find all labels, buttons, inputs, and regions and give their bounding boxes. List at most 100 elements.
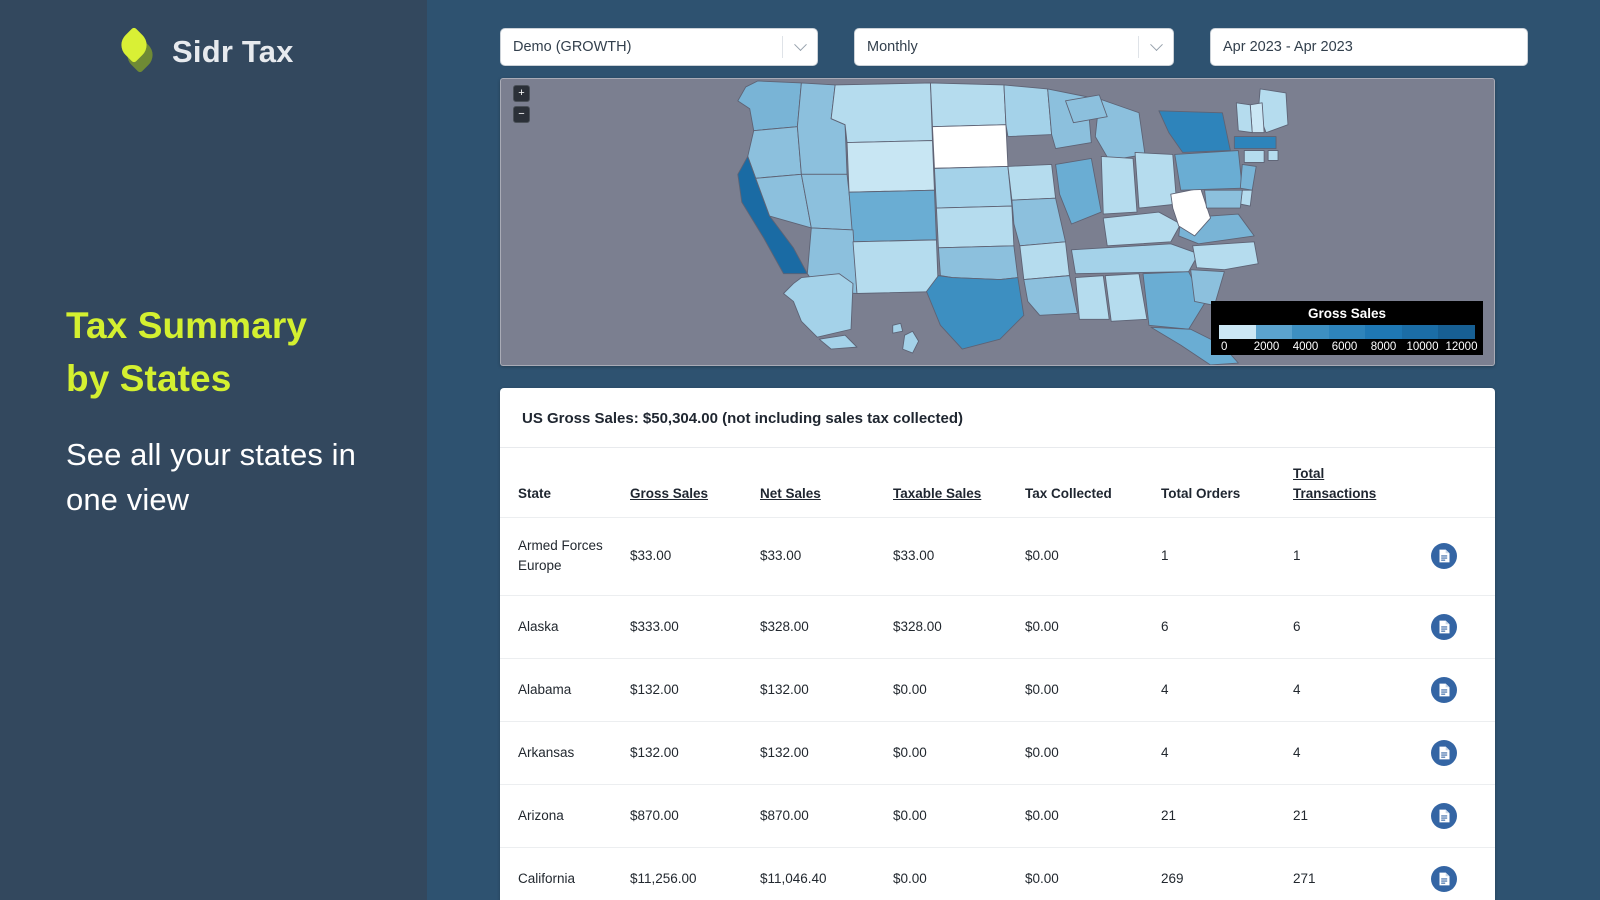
state-hawaii-2 [893, 323, 903, 333]
column-header-taxable-sales[interactable]: Taxable Sales [893, 448, 1025, 518]
cell-gross-sales: $132.00 [630, 658, 760, 721]
state-massachusetts [1234, 137, 1276, 149]
cell-gross-sales: $333.00 [630, 595, 760, 658]
row-report-button[interactable] [1431, 677, 1457, 703]
row-report-button[interactable] [1431, 803, 1457, 829]
row-report-button[interactable] [1431, 740, 1457, 766]
cell-tax-collected: $0.00 [1025, 847, 1161, 900]
date-range-value: Apr 2023 - Apr 2023 [1211, 39, 1527, 55]
legend-swatch-3 [1329, 325, 1366, 339]
column-header-label: State [518, 486, 551, 501]
table-row: California$11,256.00$11,046.40$0.00$0.00… [500, 847, 1495, 900]
column-header-actions [1403, 448, 1495, 518]
period-select[interactable]: Monthly [854, 28, 1174, 66]
page-title: Tax Summary by States [66, 300, 406, 405]
cell-net-sales: $132.00 [760, 658, 893, 721]
document-icon [1438, 872, 1451, 886]
legend-tick-3: 6000 [1325, 341, 1364, 353]
cell-actions [1403, 518, 1495, 596]
cell-total-transactions: 4 [1293, 658, 1403, 721]
column-header-total-orders: Total Orders [1161, 448, 1293, 518]
leaf-logo-icon [118, 30, 156, 74]
table-row: Alabama$132.00$132.00$0.00$0.0044 [500, 658, 1495, 721]
cell-total-orders: 269 [1161, 847, 1293, 900]
table-header: State Gross SalesNet SalesTaxable SalesTa… [500, 448, 1495, 518]
row-report-button[interactable] [1431, 866, 1457, 892]
state-alabama [1105, 274, 1147, 322]
state-missouri [1012, 198, 1066, 246]
promo-subtext: See all your states in one view [66, 433, 406, 522]
legend-swatch-2 [1292, 325, 1329, 339]
cell-state: Alaska [500, 595, 630, 658]
cell-gross-sales: $132.00 [630, 721, 760, 784]
state-newyork [1159, 111, 1231, 153]
cell-actions [1403, 721, 1495, 784]
cell-taxable-sales: $328.00 [893, 595, 1025, 658]
state-nebraska [934, 166, 1011, 208]
cell-tax-collected: $0.00 [1025, 595, 1161, 658]
us-gross-sales-summary: US Gross Sales: $50,304.00 (not includin… [500, 388, 1495, 448]
state-sales-table: State Gross SalesNet SalesTaxable SalesTa… [500, 448, 1495, 900]
state-wyoming [847, 141, 934, 193]
zoom-in-button[interactable]: + [513, 85, 530, 102]
column-header-label: Tax Collected [1025, 486, 1112, 501]
column-header-net-sales[interactable]: Net Sales [760, 448, 893, 518]
state-kentucky [1103, 212, 1180, 246]
column-header-tax-collected: Tax Collected [1025, 448, 1161, 518]
chevron-down-icon[interactable] [783, 43, 817, 52]
state-louisiana [1024, 276, 1078, 316]
cell-taxable-sales: $0.00 [893, 784, 1025, 847]
legend-title: Gross Sales [1211, 306, 1483, 325]
cell-taxable-sales: $33.00 [893, 518, 1025, 596]
table-row: Arkansas$132.00$132.00$0.00$0.0044 [500, 721, 1495, 784]
table-row: Armed Forces Europe$33.00$33.00$33.00$0.… [500, 518, 1495, 596]
cell-net-sales: $11,046.40 [760, 847, 893, 900]
state-kansas [936, 206, 1013, 248]
row-report-button[interactable] [1431, 543, 1457, 569]
table-body: Armed Forces Europe$33.00$33.00$33.00$0.… [500, 518, 1495, 900]
column-header-state: State [500, 448, 630, 518]
filter-bar: Demo (GROWTH) Monthly Apr 2023 - Apr 202… [500, 28, 1495, 66]
us-choropleth-map[interactable]: + − [500, 78, 1495, 366]
cell-gross-sales: $870.00 [630, 784, 760, 847]
map-zoom-controls: + − [513, 85, 530, 127]
brand-name: Sidr Tax [172, 34, 294, 70]
row-report-button[interactable] [1431, 614, 1457, 640]
column-header-label: Total Transactions [1293, 466, 1376, 501]
promo-copy: Tax Summary by States See all your state… [66, 300, 406, 522]
date-range-input[interactable]: Apr 2023 - Apr 2023 [1210, 28, 1528, 66]
state-tennessee [1071, 244, 1198, 274]
account-select-value: Demo (GROWTH) [501, 39, 782, 55]
table-header-row: State Gross SalesNet SalesTaxable SalesTa… [500, 448, 1495, 518]
column-header-total-transactions[interactable]: Total Transactions [1293, 448, 1403, 518]
document-icon [1438, 683, 1451, 697]
cell-tax-collected: $0.00 [1025, 658, 1161, 721]
state-ohio [1135, 152, 1177, 208]
cell-total-transactions: 6 [1293, 595, 1403, 658]
legend-swatch-1 [1256, 325, 1293, 339]
state-connecticut [1244, 151, 1264, 163]
state-rhodeisland [1268, 151, 1278, 161]
zoom-out-button[interactable]: − [513, 106, 530, 123]
state-minnesota [1004, 85, 1052, 137]
cell-total-orders: 6 [1161, 595, 1293, 658]
state-sales-card: US Gross Sales: $50,304.00 (not includin… [500, 388, 1495, 900]
account-select[interactable]: Demo (GROWTH) [500, 28, 818, 66]
state-northdakota [930, 83, 1005, 127]
document-icon [1438, 549, 1451, 563]
state-indiana [1101, 156, 1137, 214]
app-screenshot: Demo (GROWTH) Monthly Apr 2023 - Apr 202… [500, 28, 1495, 900]
legend-color-scale [1219, 325, 1475, 339]
state-northcarolina [1193, 242, 1259, 270]
state-texas [926, 276, 1023, 349]
chevron-down-icon[interactable] [1139, 43, 1173, 52]
legend-tick-4: 8000 [1364, 341, 1403, 353]
cell-net-sales: $33.00 [760, 518, 893, 596]
cell-state: Armed Forces Europe [500, 518, 630, 596]
column-header-gross-sales[interactable]: Gross Sales [630, 448, 760, 518]
cell-actions [1403, 784, 1495, 847]
cell-net-sales: $132.00 [760, 721, 893, 784]
cell-state: Arkansas [500, 721, 630, 784]
state-oklahoma [938, 246, 1017, 280]
cell-taxable-sales: $0.00 [893, 847, 1025, 900]
